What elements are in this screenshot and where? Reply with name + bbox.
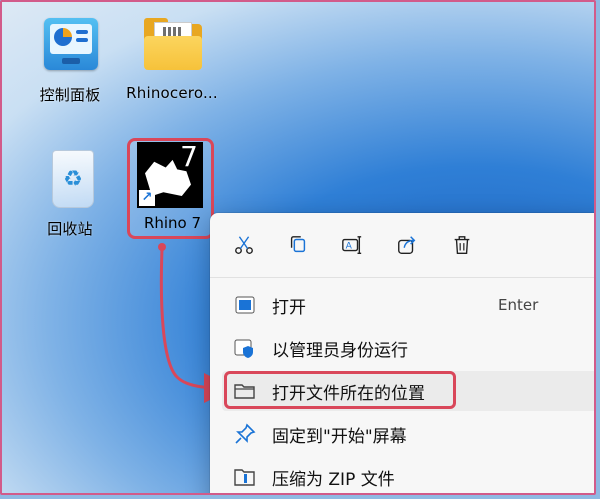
menu-item-compress-zip[interactable]: 压缩为 ZIP 文件 (222, 457, 594, 493)
rename-button[interactable]: A (338, 231, 366, 259)
open-file-location-highlight (224, 371, 456, 409)
menu-item-label: 打开 (272, 297, 306, 318)
menu-item-label: 压缩为 ZIP 文件 (272, 469, 395, 490)
menu-item-pin-to-start[interactable]: 固定到"开始"屏幕 (222, 414, 594, 454)
trash-icon (454, 236, 470, 254)
delete-button[interactable] (448, 231, 476, 259)
share-icon (398, 236, 416, 254)
menu-item-open[interactable]: 打开 Enter (222, 285, 594, 325)
pin-icon (232, 421, 258, 447)
share-button[interactable] (393, 231, 421, 259)
copy-icon (290, 236, 306, 253)
copy-button[interactable] (284, 231, 312, 259)
open-app-icon (232, 292, 258, 318)
context-menu-toolbar: A (210, 213, 594, 275)
scissors-icon (235, 236, 253, 254)
screenshot-frame: 控制面板 Rhinocero... ♻ 回收站 7 ↗ Rhino 7 A 打开… (0, 0, 596, 495)
menu-separator (210, 277, 594, 278)
menu-item-label: 固定到"开始"屏幕 (272, 426, 407, 447)
menu-item-label: 以管理员身份运行 (272, 340, 408, 361)
menu-item-run-as-admin[interactable]: 以管理员身份运行 (222, 328, 594, 368)
shield-icon (232, 335, 258, 361)
cut-button[interactable] (230, 231, 258, 259)
rename-icon: A (342, 236, 362, 254)
zip-folder-icon (232, 464, 258, 490)
menu-item-shortcut: Enter (498, 296, 539, 314)
context-menu: A 打开 Enter 以管理员身份运行 打开文件所在的位置 固定到"开始"屏幕 … (210, 213, 594, 493)
svg-text:A: A (346, 241, 353, 252)
